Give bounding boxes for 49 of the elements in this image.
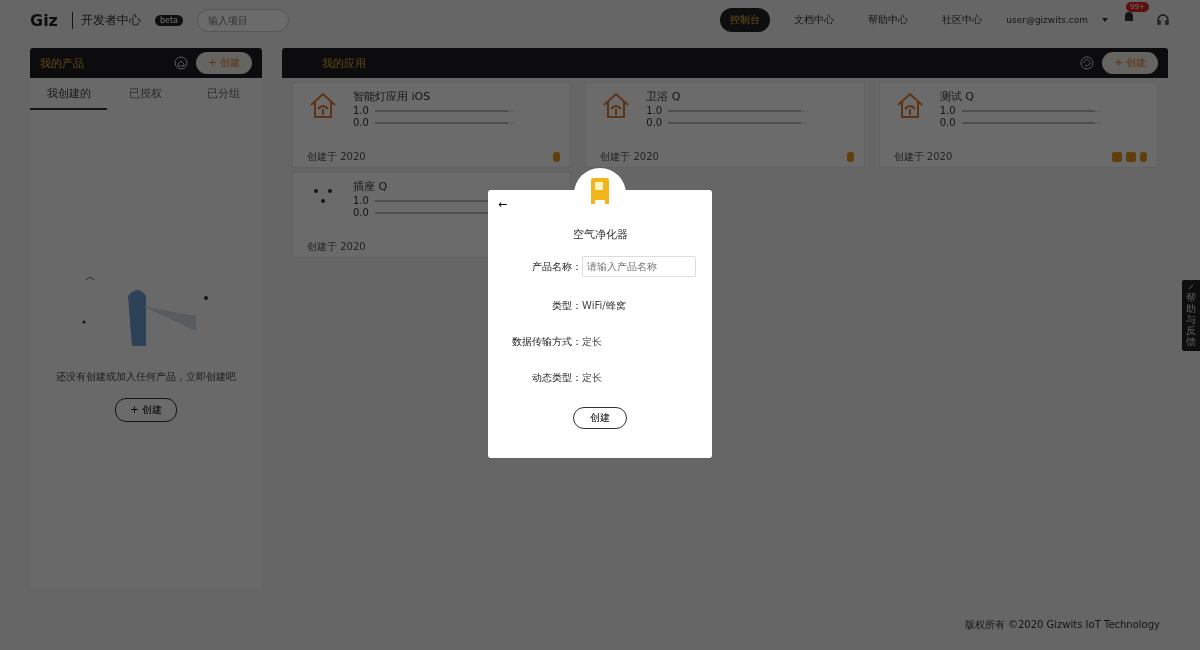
square-icon[interactable] <box>1112 152 1122 162</box>
dialog-title: 空气净化器 <box>571 227 629 242</box>
meter-label: 0.0 <box>646 117 663 128</box>
nav-tab[interactable]: 控制台 <box>720 8 771 32</box>
user-menu[interactable]: user@gizwits.com <box>1006 15 1088 25</box>
create-button[interactable]: + 创建 <box>1102 52 1158 74</box>
create-button[interactable]: 创建 <box>573 407 627 429</box>
logo-text: Giz <box>30 10 58 30</box>
meter-label: 1.0 <box>646 105 663 116</box>
nav-tab[interactable]: 帮助中心 <box>858 8 919 32</box>
meter-label: 0.0 <box>353 207 369 218</box>
meter-label: 0.0 <box>939 117 956 128</box>
app-name: 卫浴 Q <box>646 89 682 104</box>
field-label: 动态类型： <box>531 371 582 385</box>
nav-tab[interactable]: 社区中心 <box>932 8 993 32</box>
back-button[interactable]: ← <box>498 198 508 211</box>
empty-message: 还没有创建或加入任何产品，立即创建吧 <box>55 370 237 384</box>
input-field[interactable]: 请输入产品名称 <box>582 256 696 277</box>
field-label: 数据传输方式： <box>511 335 582 349</box>
edit-icon <box>1188 284 1194 290</box>
copyright-text: 版权所有 ©2020 Gizwits IoT Technology <box>964 618 1160 632</box>
app-name: 插座 Q <box>353 179 389 194</box>
device-icon <box>591 178 609 204</box>
bell-icon <box>1122 10 1136 24</box>
nav-tab[interactable]: 文档中心 <box>784 8 845 32</box>
field-label: 类型： <box>551 299 582 313</box>
home-icon <box>174 56 189 70</box>
field-value: 定长 <box>582 371 602 385</box>
field-value: WiFi/蜂窝 <box>582 299 626 313</box>
panel-title: 我的产品 <box>40 55 85 71</box>
meter-label: 1.0 <box>353 105 369 116</box>
section-title: 开发者中心 <box>71 11 141 29</box>
meter-label: 0.0 <box>353 117 369 128</box>
headset-icon <box>1156 13 1170 27</box>
create-button[interactable]: + 创建 <box>115 398 177 422</box>
tab[interactable]: 我创建的 <box>30 78 108 110</box>
meter-label: 1.0 <box>939 105 956 116</box>
app-name: 智能灯应用 iOS <box>353 89 432 104</box>
create-button[interactable]: + 创建 <box>196 52 252 74</box>
app-name: 测试 Q <box>939 89 975 104</box>
square-icon[interactable] <box>1126 152 1136 162</box>
panel-title: 我的应用 <box>321 55 367 71</box>
caret-icon <box>1102 18 1108 22</box>
beta-badge: beta <box>154 14 183 26</box>
refresh-icon <box>1080 56 1095 70</box>
field-label: 产品名称： <box>531 259 582 274</box>
meter-label: 1.0 <box>353 195 369 206</box>
tab[interactable]: 已授权 <box>107 78 185 110</box>
field-value: 定长 <box>582 335 602 349</box>
